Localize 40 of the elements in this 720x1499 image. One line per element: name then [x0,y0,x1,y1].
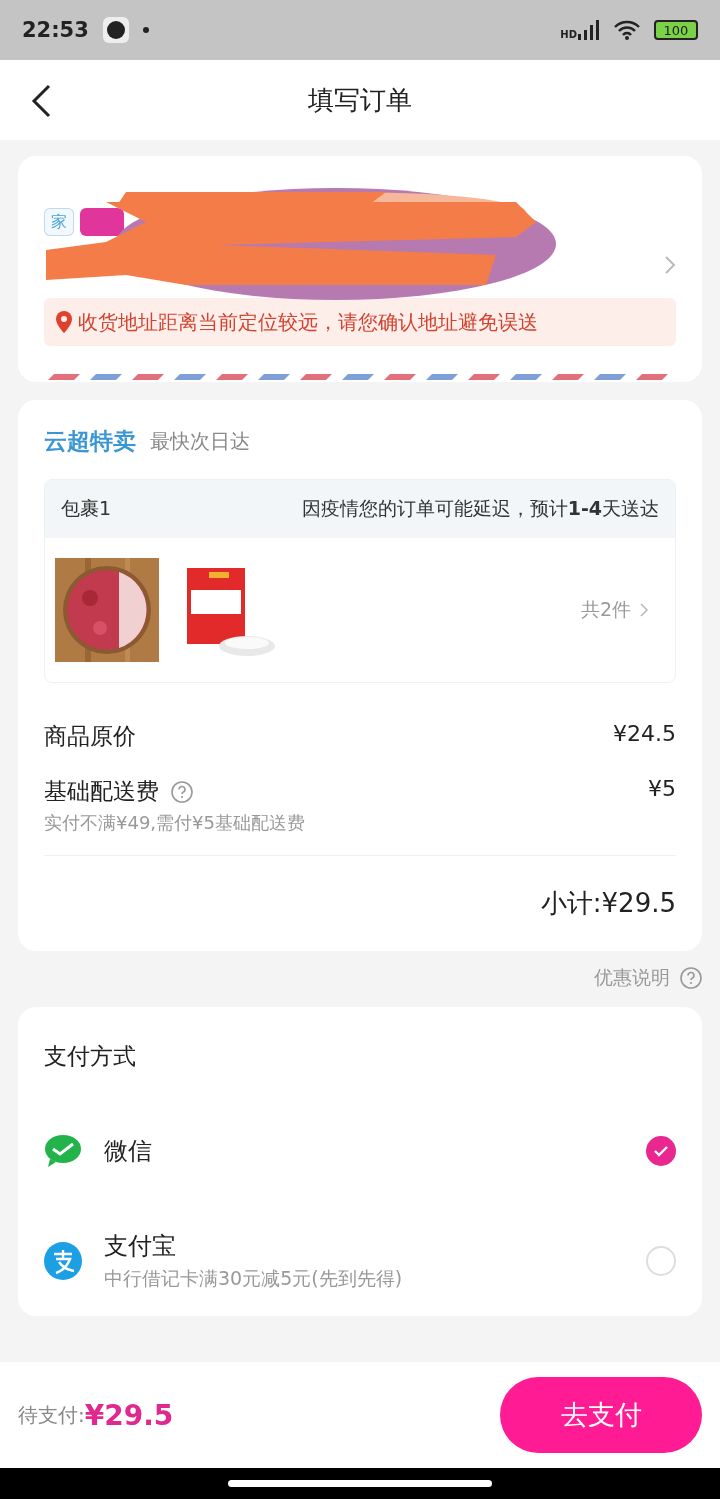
delay-notice: 因疫情您的订单可能延迟，预计1-4天送达 [301,496,659,521]
chat-bubble-icon [44,1134,82,1168]
payment-name: 支付宝 [104,1231,177,1262]
wifi-icon [614,20,640,40]
fee-amount: ¥5 [648,776,676,801]
radio-button[interactable] [646,1246,676,1276]
location-pin-icon [56,311,72,333]
page-title: 填写订单 [308,83,412,117]
fee-label: 基础配送费 [44,777,159,806]
payment-option[interactable]: 支付宝 中行借记卡满30元减5元(先到先得) [44,1206,676,1316]
chevron-right-icon[interactable] [664,255,676,275]
status-time: 22:53 [22,18,89,42]
payment-name: 微信 [104,1136,152,1167]
radio-button[interactable] [646,1136,676,1166]
fee-note: 实付不满¥49,需付¥5基础配送费 [44,811,306,835]
fee-label: 商品原价 [44,722,136,751]
address-tag: 家 [44,208,74,236]
section-title: 支付方式 [44,1043,136,1069]
delivery-eta: 最快次日达 [150,428,250,455]
package-name: 包裹1 [61,496,112,521]
help-icon[interactable] [171,780,193,803]
warning-text: 收货地址距离当前定位较远，请您确认地址避免误送 [78,308,538,336]
amount-due: ¥29.5 [84,1398,174,1432]
payment-option[interactable]: 微信 [44,1096,676,1206]
battery-icon: 100 [654,20,698,40]
fee-amount: ¥24.5 [613,721,676,746]
discount-note-link[interactable]: 优惠说明 [594,965,670,991]
payment-promo: 中行借记卡满30元减5元(先到先得) [104,1266,403,1291]
chevron-right-icon[interactable] [639,602,649,618]
store-name: 云超特卖 [44,427,136,456]
back-icon[interactable] [30,84,52,118]
pay-button[interactable]: 去支付 [500,1377,702,1453]
alipay-icon [44,1242,82,1280]
check-icon [653,1145,669,1157]
amount-due-label: 待支付: [18,1401,85,1429]
help-icon[interactable] [680,967,702,989]
item-count[interactable]: 共2件 [580,597,631,623]
app-icon [102,17,129,43]
dot-icon [142,27,149,33]
subtotal: 小计:¥29.5 [540,887,676,920]
